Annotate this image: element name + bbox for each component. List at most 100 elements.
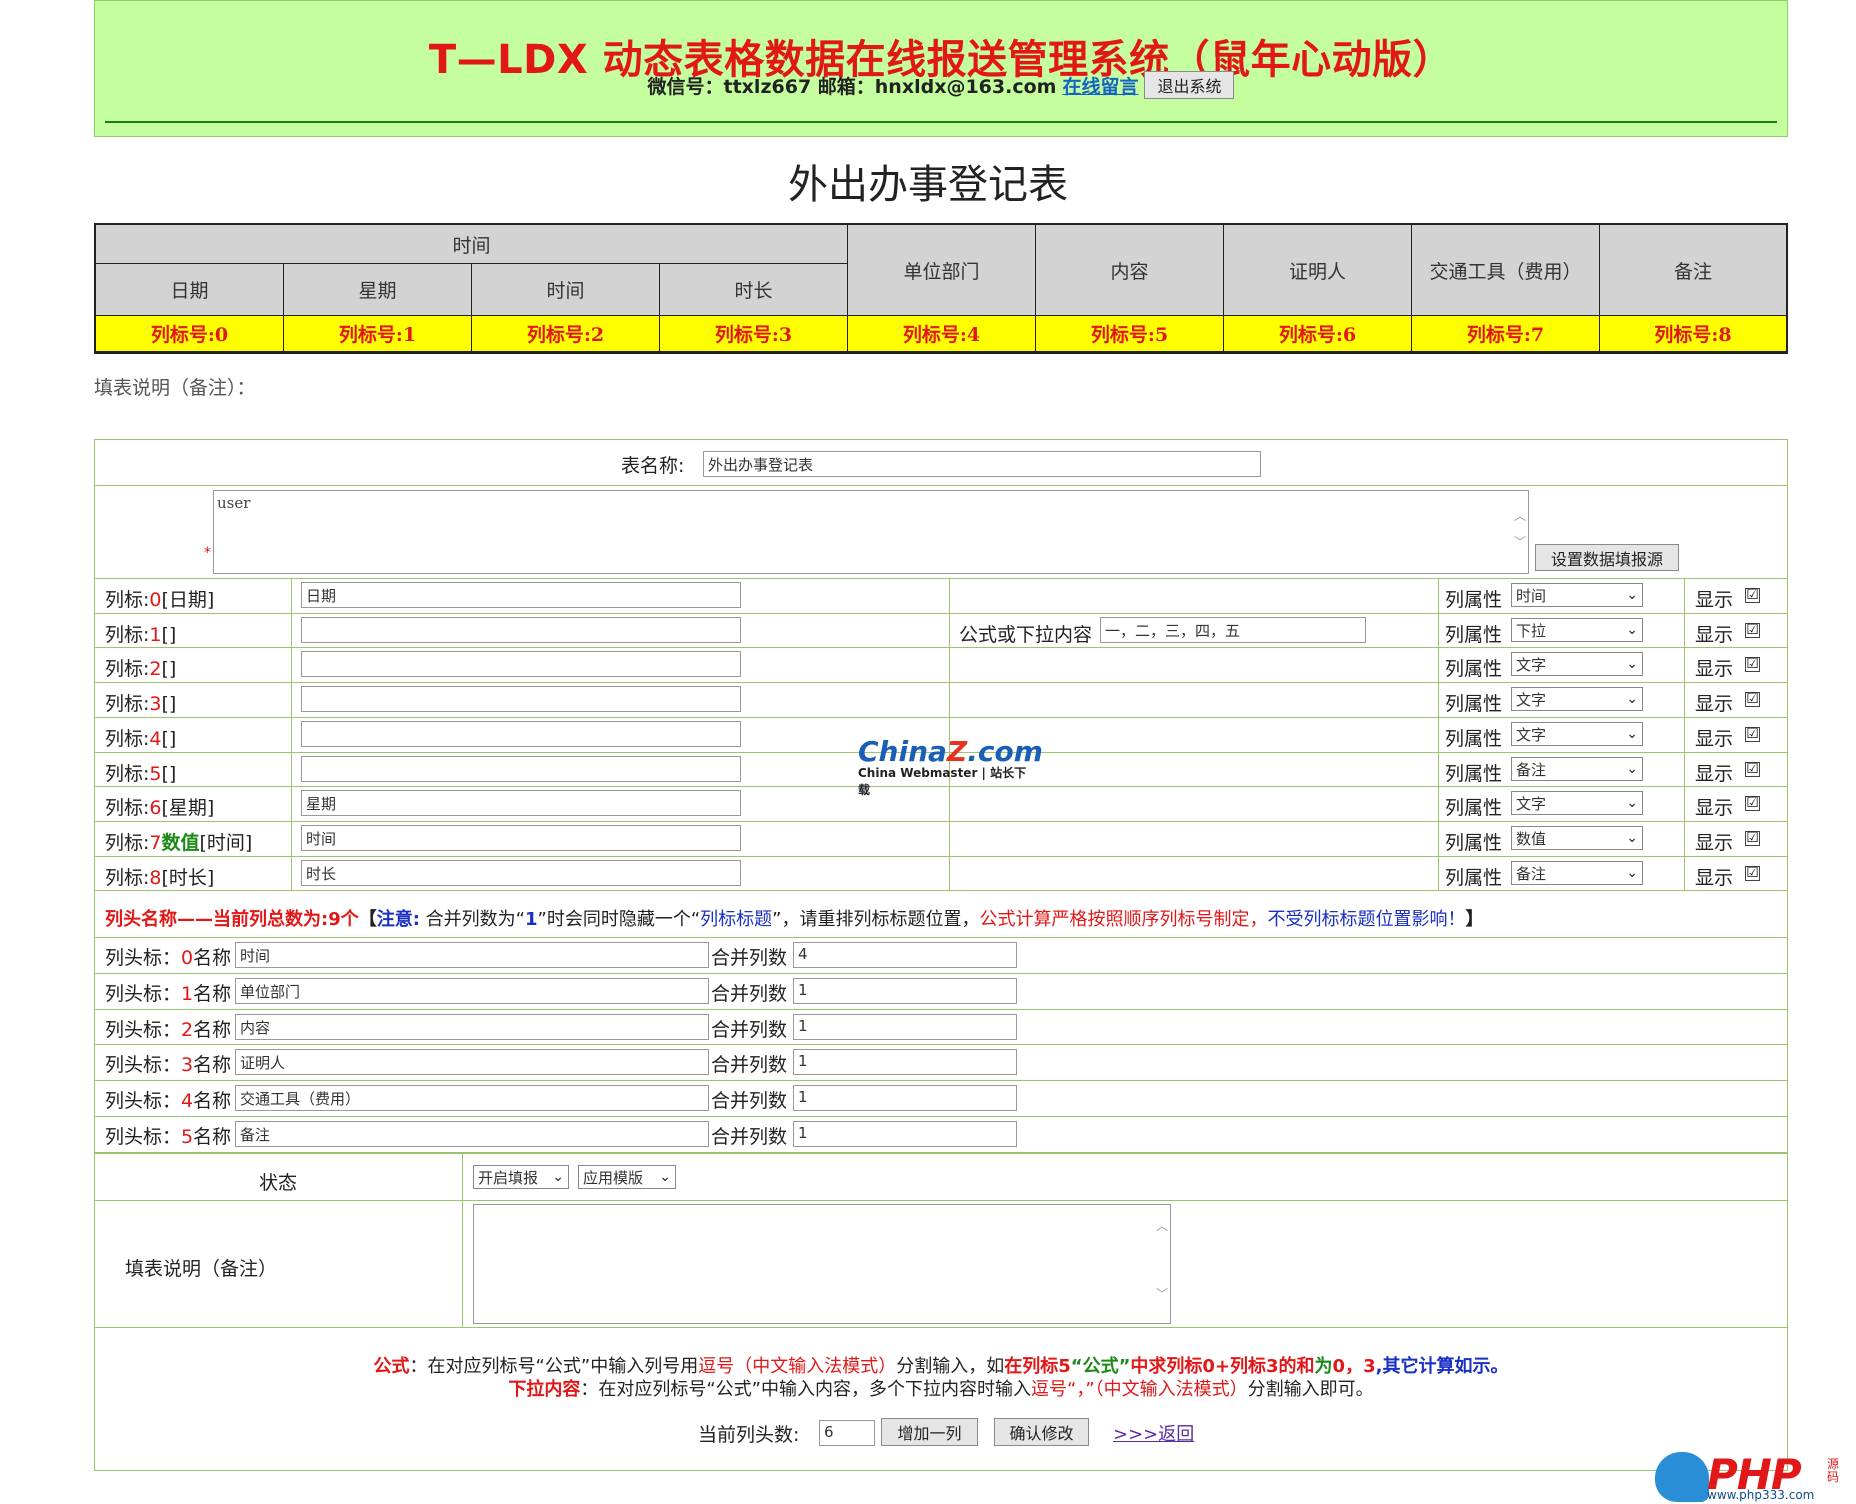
show-checkbox[interactable]: ☑: [1745, 727, 1760, 742]
col-label: 列标号:6: [1224, 316, 1412, 352]
head-label: 列头标：5名称: [105, 1126, 232, 1148]
preview-header: 证明人: [1224, 225, 1412, 316]
status-select[interactable]: 开启填报 ⌄: [473, 1165, 569, 1189]
show-checkbox[interactable]: ☑: [1745, 692, 1760, 707]
show-label: 显示: [1695, 624, 1734, 646]
col-label: 列标号:2: [472, 316, 660, 352]
head-name-input[interactable]: 证明人: [235, 1049, 709, 1075]
show-checkbox[interactable]: ☑: [1745, 588, 1760, 603]
logout-button[interactable]: 退出系统: [1144, 71, 1235, 99]
table-name-input[interactable]: 外出办事登记表: [703, 451, 1261, 477]
col-label: 列标号:8: [1600, 316, 1786, 352]
formula-label: 公式或下拉内容: [959, 624, 1093, 646]
head-label: 列头标：2名称: [105, 1019, 232, 1041]
merge-count-input[interactable]: 1: [793, 1121, 1017, 1147]
template-select[interactable]: 应用模版 ⌄: [578, 1165, 676, 1189]
column-title-input[interactable]: [301, 686, 741, 712]
contact-bar: 微信号：ttxlz667 邮箱：hnxldx@163.com 在线留言 退出系统: [95, 71, 1787, 99]
php-logo: PHP 源码 www.php333.com: [1655, 1450, 1855, 1504]
preview-subheader: 日期: [96, 264, 284, 316]
column-attr-select[interactable]: 备注 ⌄: [1511, 861, 1643, 885]
show-checkbox[interactable]: ☑: [1745, 831, 1760, 846]
show-label: 显示: [1695, 832, 1734, 854]
column-attr-select[interactable]: 下拉 ⌄: [1511, 618, 1643, 642]
column-title-input[interactable]: [301, 721, 741, 747]
show-checkbox[interactable]: ☑: [1745, 866, 1760, 881]
attr-label: 列属性: [1445, 693, 1503, 715]
column-title-input[interactable]: 星期: [301, 790, 741, 816]
show-checkbox[interactable]: ☑: [1745, 657, 1760, 672]
note-label: 填表说明（备注）：: [94, 377, 256, 399]
scroll-up-icon[interactable]: ︿: [1514, 507, 1526, 524]
edit-panel: 表名称: 外出办事登记表 * user ︿ ﹀ 设置数据填报源 列标:0[日期]…: [94, 439, 1788, 1471]
required-mark: *: [204, 545, 211, 561]
column-title-input[interactable]: [301, 756, 741, 782]
column-title-input[interactable]: [301, 651, 741, 677]
merge-count-input[interactable]: 1: [793, 1014, 1017, 1040]
column-attr-select[interactable]: 文字 ⌄: [1511, 687, 1643, 711]
head-name-input[interactable]: 单位部门: [235, 978, 709, 1004]
column-title-input[interactable]: 时间: [301, 825, 741, 851]
head-label: 列头标：0名称: [105, 947, 232, 969]
col-label: 列标号:5: [1036, 316, 1224, 352]
merge-count-input[interactable]: 1: [793, 1085, 1017, 1111]
back-link[interactable]: >>>返回: [1113, 1420, 1194, 1446]
table-name-label: 表名称:: [621, 455, 685, 477]
head-name-input[interactable]: 时间: [235, 942, 709, 968]
column-attr-select[interactable]: 文字 ⌄: [1511, 652, 1643, 676]
scroll-down-icon[interactable]: ﹀: [1514, 533, 1526, 550]
head-name-input[interactable]: 交通工具（费用）: [235, 1085, 709, 1111]
chevron-down-icon: ⌄: [1626, 761, 1638, 777]
show-checkbox[interactable]: ☑: [1745, 623, 1760, 638]
merge-label: 合并列数: [711, 1126, 788, 1148]
chevron-down-icon: ⌄: [659, 1169, 671, 1185]
column-attr-select[interactable]: 备注 ⌄: [1511, 757, 1643, 781]
chinaz-watermark: ChinaZ.com China Webmaster | 站长下载: [858, 735, 1043, 797]
attr-label: 列属性: [1445, 832, 1503, 854]
chevron-down-icon: ⌄: [1626, 795, 1638, 811]
merge-count-input[interactable]: 1: [793, 978, 1017, 1004]
head-name-input[interactable]: 备注: [235, 1121, 709, 1147]
column-attr-select[interactable]: 文字 ⌄: [1511, 722, 1643, 746]
scroll-up-icon[interactable]: ︿: [1156, 1217, 1168, 1234]
preview-subheader: 时间: [472, 264, 660, 316]
show-label: 显示: [1695, 728, 1734, 750]
column-title-input[interactable]: [301, 617, 741, 643]
column-attr-select[interactable]: 文字 ⌄: [1511, 791, 1643, 815]
column-attr-select[interactable]: 数值 ⌄: [1511, 826, 1643, 850]
show-label: 显示: [1695, 658, 1734, 680]
add-column-button[interactable]: 增加一列: [881, 1418, 978, 1446]
column-title-input[interactable]: 日期: [301, 582, 741, 608]
merge-label: 合并列数: [711, 1019, 788, 1041]
scroll-down-icon[interactable]: ﹀: [1156, 1285, 1168, 1302]
show-label: 显示: [1695, 693, 1734, 715]
column-title-input[interactable]: 时长: [301, 860, 741, 886]
preview-header: 单位部门: [848, 225, 1036, 316]
merge-label: 合并列数: [711, 947, 788, 969]
message-link[interactable]: 在线留言: [1062, 72, 1138, 99]
current-count-input[interactable]: 6: [819, 1420, 875, 1446]
column-label: 列标:8[时长]: [105, 867, 215, 889]
merge-count-input[interactable]: 1: [793, 1049, 1017, 1075]
column-attr-select[interactable]: 时间 ⌄: [1511, 583, 1643, 607]
show-checkbox[interactable]: ☑: [1745, 796, 1760, 811]
chevron-down-icon: ⌄: [1626, 726, 1638, 742]
elephant-icon: [1655, 1452, 1709, 1502]
data-source-textarea[interactable]: user ︿ ﹀: [213, 490, 1529, 574]
fill-note-label: 填表说明（备注）: [125, 1258, 278, 1280]
show-label: 显示: [1695, 797, 1734, 819]
head-label: 列头标：3名称: [105, 1054, 232, 1076]
system-header: T—LDX 动态表格数据在线报送管理系统（鼠年心动版） 微信号：ttxlz667…: [94, 0, 1788, 137]
column-label: 列标:4[]: [105, 728, 177, 750]
set-data-source-button[interactable]: 设置数据填报源: [1535, 544, 1679, 571]
col-label: 列标号:0: [96, 316, 284, 352]
col-label: 列标号:3: [660, 316, 848, 352]
fill-note-textarea[interactable]: ︿ ﹀: [473, 1204, 1171, 1324]
head-name-input[interactable]: 内容: [235, 1014, 709, 1040]
show-checkbox[interactable]: ☑: [1745, 762, 1760, 777]
col-label: 列标号:7: [1412, 316, 1600, 352]
formula-input[interactable]: 一，二，三，四，五: [1100, 617, 1366, 643]
column-label: 列标:1[]: [105, 624, 177, 646]
merge-count-input[interactable]: 4: [793, 942, 1017, 968]
confirm-button[interactable]: 确认修改: [994, 1418, 1089, 1446]
